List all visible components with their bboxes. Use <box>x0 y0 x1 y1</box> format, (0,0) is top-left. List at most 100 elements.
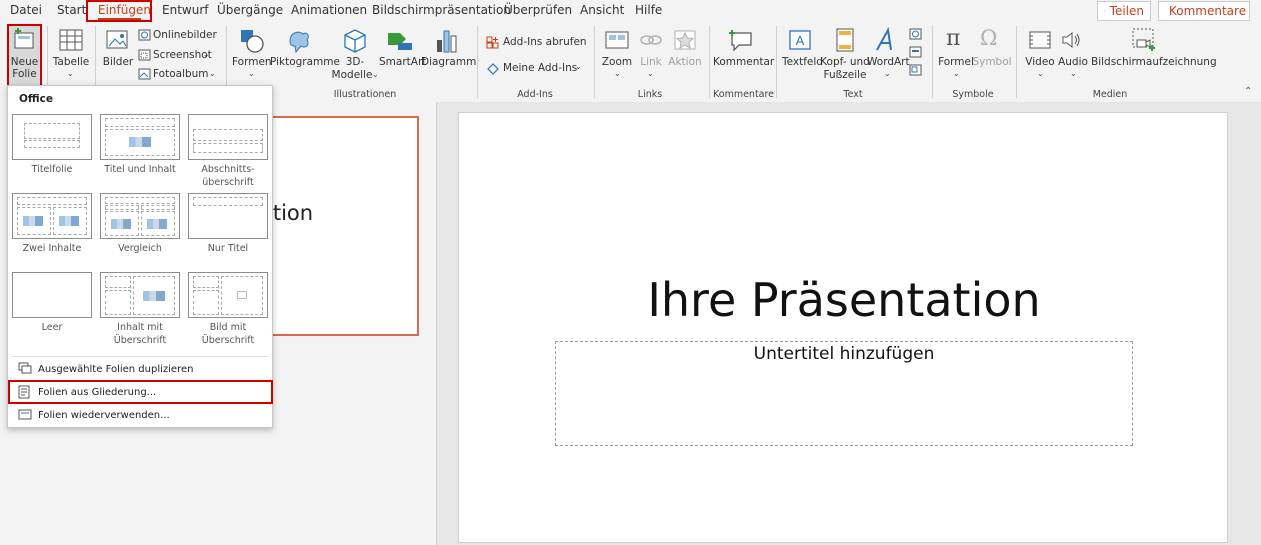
wordart-label[interactable]: WordArt <box>867 56 910 68</box>
neue-folie-button[interactable]: Neue Folie <box>9 26 40 86</box>
layout-bild-mit-ueberschrift[interactable] <box>188 272 268 318</box>
icons-icon[interactable] <box>286 27 312 55</box>
bildschirm-label[interactable]: Bildschirmaufzeichnung <box>1091 56 1217 68</box>
onlinebilder-label[interactable]: Onlinebilder <box>153 29 217 41</box>
share-label: Teilen <box>1109 4 1144 18</box>
audio-label[interactable]: Audio <box>1056 56 1090 68</box>
layout-leer[interactable] <box>12 272 92 318</box>
slide-canvas[interactable]: Ihre Präsentation Untertitel hinzufügen <box>458 112 1228 543</box>
layout-label: Bild mit <box>209 322 247 333</box>
date-time-icon[interactable] <box>909 28 922 40</box>
tab-hilfe[interactable]: Hilfe <box>635 3 662 17</box>
tab-datei[interactable]: Datei <box>10 3 42 17</box>
reuse-slides-item[interactable]: Folien wiederverwenden... <box>16 405 272 425</box>
layout-label: Titel und Inhalt <box>104 164 176 175</box>
photo-album-icon[interactable] <box>138 68 151 80</box>
bilder-label[interactable]: Bilder <box>101 56 135 68</box>
smartart-label[interactable]: SmartArt <box>379 56 426 68</box>
textfeld-label[interactable]: Textfeld <box>782 56 823 68</box>
tab-entwurf[interactable]: Entwurf <box>162 3 208 17</box>
tab-uebergaenge[interactable]: Übergänge <box>217 3 283 17</box>
get-addins-icon[interactable] <box>486 36 499 49</box>
chevron-down-icon: ⌄ <box>1070 69 1077 78</box>
zoom-icon[interactable] <box>604 29 630 51</box>
3d-models-icon[interactable] <box>342 27 368 55</box>
tab-animationen[interactable]: Animationen <box>291 3 367 17</box>
group-kommentare: Kommentare <box>713 89 775 100</box>
layout-vergleich[interactable] <box>100 193 180 239</box>
tab-start[interactable]: Start <box>57 3 86 17</box>
group-symbole: Symbole <box>952 89 994 100</box>
addins-abrufen-label[interactable]: Add-Ins abrufen <box>503 36 587 48</box>
svg-text:A: A <box>796 33 805 48</box>
collapse-ribbon-icon[interactable]: ⌃ <box>1244 86 1252 97</box>
formen-label[interactable]: Formen <box>232 56 272 68</box>
layout-titel-und-inhalt[interactable] <box>100 114 180 160</box>
audio-icon[interactable] <box>1060 29 1084 51</box>
piktogramme-label[interactable]: Piktogramme <box>270 56 340 68</box>
tabelle-label[interactable]: Tabelle <box>52 56 90 68</box>
slide-thumbnail[interactable]: ation <box>260 116 419 336</box>
layout-label: Titelfolie <box>31 164 73 175</box>
formel-label[interactable]: Formel <box>938 56 974 68</box>
new-comment-icon[interactable] <box>728 27 754 53</box>
equation-icon[interactable]: π <box>946 26 960 51</box>
chevron-down-icon: ⌄ <box>248 69 255 78</box>
layout-label: Abschnitts- <box>201 164 255 175</box>
table-icon[interactable] <box>59 28 83 52</box>
online-pictures-icon[interactable] <box>138 29 151 41</box>
screen-recording-icon[interactable] <box>1131 27 1157 53</box>
chevron-down-icon: ⌄ <box>884 69 891 78</box>
kopf-label-2[interactable]: Fußzeile <box>820 69 870 81</box>
screenshot-icon[interactable] <box>138 49 151 61</box>
kommentar-label[interactable]: Kommentar <box>713 56 774 68</box>
aktion-label: Aktion <box>668 56 702 68</box>
tab-ueberpruefen[interactable]: Überprüfen <box>504 3 572 17</box>
outline-icon <box>18 385 30 399</box>
duplicate-icon <box>18 362 32 374</box>
subtitle-text[interactable]: Untertitel hinzufügen <box>556 344 1132 364</box>
slide-number-icon[interactable] <box>909 46 922 58</box>
share-button[interactable]: Teilen <box>1097 1 1151 21</box>
slide-title[interactable]: Ihre Präsentation <box>459 273 1229 327</box>
video-icon[interactable] <box>1028 29 1052 51</box>
layout-titelfolie[interactable] <box>12 114 92 160</box>
object-icon[interactable] <box>909 64 922 76</box>
wordart-icon[interactable] <box>874 27 898 53</box>
zoom-label[interactable]: Zoom <box>600 56 634 68</box>
tab-bildschirmpraesentation[interactable]: Bildschirmpräsentation <box>372 3 511 17</box>
chevron-down-icon: ⌄ <box>1037 69 1044 78</box>
tab-ansicht[interactable]: Ansicht <box>580 3 624 17</box>
smartart-icon[interactable] <box>386 29 414 53</box>
textbox-icon[interactable]: A <box>788 28 812 52</box>
reuse-slides-icon <box>18 409 32 420</box>
fotoalbum-label[interactable]: Fotoalbum <box>153 68 209 80</box>
share-icon <box>1104 10 1106 12</box>
diagramm-label[interactable]: Diagramm <box>421 56 476 68</box>
layout-inhalt-mit-ueberschrift[interactable] <box>100 272 180 318</box>
shapes-icon[interactable] <box>239 28 265 54</box>
video-label[interactable]: Video <box>1023 56 1057 68</box>
pictures-icon[interactable] <box>105 28 131 52</box>
3d-label-2[interactable]: Modelle <box>330 69 374 81</box>
chart-icon[interactable] <box>434 28 458 54</box>
comments-button[interactable]: Kommentare <box>1158 1 1250 21</box>
kopf-label-1[interactable]: Kopf- und <box>820 56 870 68</box>
duplicate-slides-item[interactable]: Ausgewählte Folien duplizieren <box>16 359 272 379</box>
layout-abschnittsueberschrift[interactable] <box>188 114 268 160</box>
meine-addins-label[interactable]: Meine Add-Ins <box>503 62 577 74</box>
chevron-down-icon: ⌄ <box>372 70 379 79</box>
symbol-icon: Ω <box>980 26 998 50</box>
layout-zwei-inhalte[interactable] <box>12 193 92 239</box>
my-addins-icon[interactable] <box>486 62 500 75</box>
layout-nur-titel[interactable] <box>188 193 268 239</box>
layout-label: Vergleich <box>118 243 162 254</box>
layout-label: Überschrift <box>201 335 255 346</box>
chevron-down-icon: ⌄ <box>953 69 960 78</box>
group-medien: Medien <box>1092 89 1128 100</box>
3d-label-1[interactable]: 3D- <box>338 56 372 68</box>
subtitle-placeholder[interactable]: Untertitel hinzufügen <box>555 341 1133 446</box>
chevron-down-icon: ⌄ <box>614 69 621 78</box>
header-footer-icon[interactable] <box>835 27 855 53</box>
slides-from-outline-item[interactable]: Folien aus Gliederung... <box>16 382 272 402</box>
